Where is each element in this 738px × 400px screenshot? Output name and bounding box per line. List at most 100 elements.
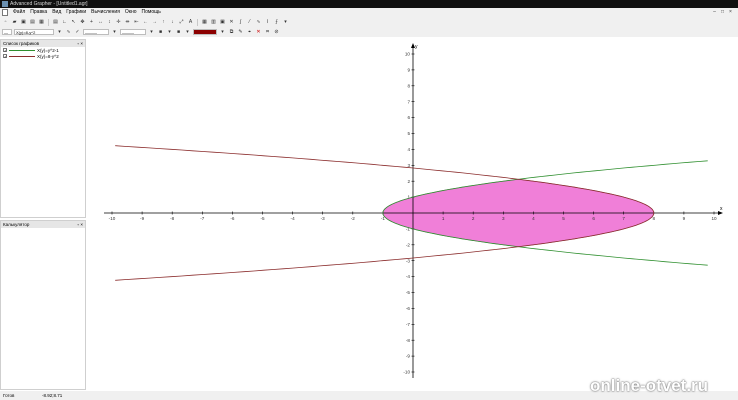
derivative-icon[interactable]: ∫: [237, 19, 244, 26]
graph-list-panel: Список графиков ▫ × ✓ X(y)=y^2-1 ✓ X(y)=…: [0, 39, 86, 218]
formula-combo[interactable]: X(y)=8-y^2: [14, 29, 54, 35]
x-tick-label: -7: [200, 216, 205, 221]
arrow-left-icon[interactable]: ←: [142, 19, 149, 26]
main-toolbar: ▫ ▰ ▣ ▤ ▦ ▤ ∟ ↖ ✥ + ↔ ↕ ✛ ⇹ ⇤ ← → ↑ ↓ ⤢ …: [0, 17, 738, 27]
menu-file[interactable]: Файл: [13, 8, 25, 17]
save-icon[interactable]: ▣: [20, 19, 27, 26]
app-icon: [2, 1, 8, 7]
x-tick-label: -8: [170, 216, 175, 221]
edit-graph-icon[interactable]: ⌖: [246, 29, 253, 36]
open-folder-icon[interactable]: ▰: [11, 19, 18, 26]
menu-edit[interactable]: Правка: [30, 8, 47, 17]
add-graph-icon[interactable]: ✎: [237, 29, 244, 36]
y-tick-label: 10: [405, 52, 411, 57]
combo-dropdown-icon[interactable]: ▾: [56, 29, 63, 36]
menu-window[interactable]: Окно: [125, 8, 137, 17]
line-width-combo[interactable]: ———: [120, 29, 146, 35]
minimize-button[interactable]: –: [712, 10, 717, 15]
graph-color-swatch: [9, 49, 35, 51]
line-width-dropdown-icon[interactable]: ▾: [148, 29, 155, 36]
graph-label: X(y)=8-y^2: [37, 53, 59, 59]
hide-graph-icon[interactable]: ⊘: [273, 29, 280, 36]
line-style-dropdown-icon[interactable]: ▾: [111, 29, 118, 36]
color-box[interactable]: [193, 29, 217, 35]
marker-dropdown-icon[interactable]: ▾: [166, 29, 173, 36]
stretch-x-icon[interactable]: ⇹: [124, 19, 131, 26]
x-tick-label: 2: [472, 216, 475, 221]
fill-style-icon[interactable]: ■: [175, 29, 182, 36]
graph-label: X(y)=y^2-1: [37, 47, 59, 53]
y-tick-label: 8: [407, 83, 410, 88]
regression-icon[interactable]: ∿: [255, 19, 262, 26]
y-axis-label: y: [415, 44, 418, 50]
watermark: online-otvet.ru: [590, 376, 709, 395]
menu-graphs[interactable]: Графики: [66, 8, 86, 17]
line-style-combo[interactable]: ———: [83, 29, 109, 35]
new-file-icon[interactable]: ▫: [2, 19, 9, 26]
y-tick-label: -9: [406, 354, 411, 359]
menu-calculations[interactable]: Вычисления: [91, 8, 120, 17]
analysis-icon[interactable]: ⌇: [264, 19, 271, 26]
properties-icon[interactable]: ▤: [52, 19, 59, 26]
maximize-button[interactable]: □: [720, 10, 725, 15]
more-dropdown-icon[interactable]: ▾: [282, 19, 289, 26]
color-dropdown-icon[interactable]: ▾: [219, 29, 226, 36]
document-icon[interactable]: [2, 9, 8, 16]
print-icon[interactable]: ▤: [29, 19, 36, 26]
x-tick-label: 7: [622, 216, 625, 221]
graph-checkbox[interactable]: ✓: [3, 48, 7, 53]
tangent-icon[interactable]: ⁄: [246, 19, 253, 26]
zoom-all-icon[interactable]: ✛: [115, 19, 122, 26]
check-curve-icon[interactable]: ✓: [74, 29, 81, 36]
y-tick-label: 6: [407, 115, 410, 120]
fit-icon[interactable]: ⤢: [178, 19, 185, 26]
graph-list-item[interactable]: ✓ X(y)=8-y^2: [1, 53, 85, 59]
panel-close-icon[interactable]: ▫ ×: [78, 221, 83, 228]
separator: [48, 18, 49, 26]
fill-dropdown-icon[interactable]: ▾: [184, 29, 191, 36]
arrow-down-icon[interactable]: ↓: [169, 19, 176, 26]
auto-icon[interactable]: A: [187, 19, 194, 26]
x-tick-label: 8: [653, 216, 656, 221]
menu-bar: Файл Правка Вид Графики Вычисления Окно …: [0, 8, 738, 17]
shrink-x-icon[interactable]: ⇤: [133, 19, 140, 26]
integral-icon[interactable]: ⨍: [273, 19, 280, 26]
copy-graph-icon[interactable]: ⧉: [228, 29, 235, 36]
graph-checkbox[interactable]: ✓: [3, 54, 7, 59]
x-tick-label: 10: [711, 216, 717, 221]
arrow-right-icon[interactable]: →: [151, 19, 158, 26]
x-axis-label: x: [720, 206, 723, 212]
x-tick-label: 6: [592, 216, 595, 221]
table-icon[interactable]: ▦: [201, 19, 208, 26]
x-tick-label: 9: [683, 216, 686, 221]
fit-width-icon[interactable]: ↕: [106, 19, 113, 26]
zoom-in-icon[interactable]: +: [88, 19, 95, 26]
delete-graph-icon[interactable]: ✕: [255, 29, 262, 36]
pointer-icon[interactable]: ↖: [70, 19, 77, 26]
curve-type-icon[interactable]: ∿: [65, 29, 72, 36]
x-tick-label: -5: [260, 216, 265, 221]
calculator-header: Калькулятор ▫ ×: [1, 221, 85, 228]
calculator-icon[interactable]: ▥: [210, 19, 217, 26]
axes-icon[interactable]: ∟: [61, 19, 68, 26]
calculator-title: Калькулятор: [3, 222, 30, 227]
move-icon[interactable]: ✥: [79, 19, 86, 26]
graph-color-swatch: [9, 55, 35, 57]
menu-help[interactable]: Помощь: [142, 8, 161, 17]
panel-close-icon[interactable]: ▫ ×: [78, 40, 83, 47]
trace-icon[interactable]: ✕: [228, 19, 235, 26]
plot-area[interactable]: -10 -9 -8 -7 -6 -5 -4 -3 -2 -1 1 2 3 4 5 6 7 8 9 10 -10 -9 -8-…: [88, 37, 738, 389]
close-button[interactable]: ×: [728, 10, 733, 15]
marker-icon[interactable]: ■: [157, 29, 164, 36]
graph-grid-icon[interactable]: ▣: [219, 19, 226, 26]
y-tick-label: 7: [407, 99, 410, 104]
zoom-out-icon[interactable]: ↔: [97, 19, 104, 26]
menu-view[interactable]: Вид: [52, 8, 61, 17]
arrow-up-icon[interactable]: ↑: [160, 19, 167, 26]
graph-properties-icon[interactable]: ⌗: [264, 29, 271, 36]
print-preview-icon[interactable]: ▦: [38, 19, 45, 26]
x-tick-label: -9: [140, 216, 145, 221]
graph-canvas[interactable]: -10 -9 -8 -7 -6 -5 -4 -3 -2 -1 1 2 3 4 5 6 7 8 9 10-10-9-8-…: [88, 37, 738, 389]
y-tick-label: -6: [406, 306, 411, 311]
graph-toolbar: — X(y)=8-y^2 ▾ ∿ ✓ ——— ▾ ——— ▾ ■ ▾ ■ ▾ ▾…: [0, 27, 738, 37]
